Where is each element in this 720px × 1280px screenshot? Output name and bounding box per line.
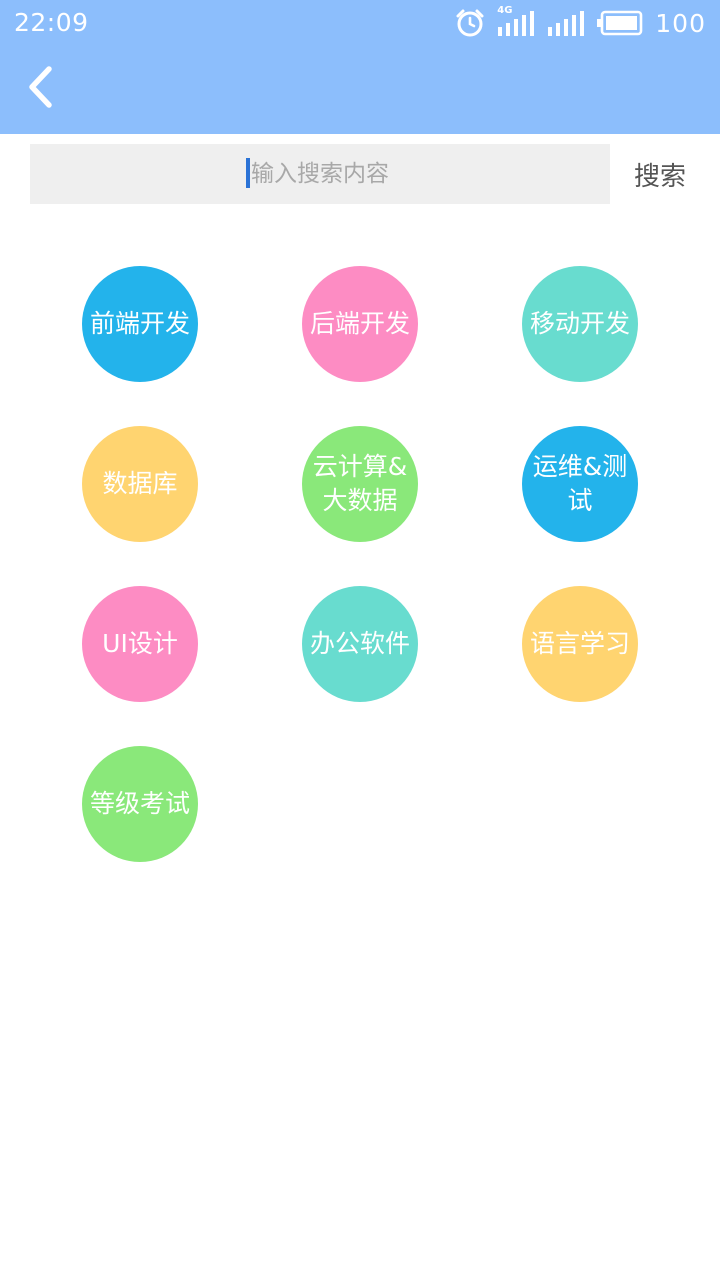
- category-office-software-button[interactable]: 办公软件: [302, 586, 418, 702]
- search-input[interactable]: [30, 144, 610, 204]
- category-grid: 前端开发 后端开发 移动开发 数据库 云计算&大数据 运维&测试 UI设计 办公…: [30, 266, 690, 862]
- category-cloud-bigdata-button[interactable]: 云计算&大数据: [302, 426, 418, 542]
- network-type-label: 4G: [497, 5, 513, 16]
- category-backend-button[interactable]: 后端开发: [302, 266, 418, 382]
- search-button[interactable]: 搜索: [620, 144, 700, 204]
- category-language-button[interactable]: 语言学习: [522, 586, 638, 702]
- app-header: 22:09 4G 100: [0, 0, 720, 134]
- category-ops-testing-button[interactable]: 运维&测试: [522, 426, 638, 542]
- battery-level: 100: [655, 8, 706, 38]
- status-bar: 22:09 4G 100: [0, 0, 720, 48]
- battery-icon: [597, 10, 643, 36]
- back-button[interactable]: [18, 64, 62, 114]
- status-icons: 4G 100: [455, 5, 706, 40]
- category-frontend-button[interactable]: 前端开发: [82, 266, 198, 382]
- status-time: 22:09: [14, 8, 89, 37]
- alarm-icon: [455, 8, 485, 38]
- signal-icon: [547, 8, 585, 38]
- category-database-button[interactable]: 数据库: [82, 426, 198, 542]
- category-ui-design-button[interactable]: UI设计: [82, 586, 198, 702]
- category-exam-button[interactable]: 等级考试: [82, 746, 198, 862]
- category-mobile-button[interactable]: 移动开发: [522, 266, 638, 382]
- chevron-left-icon: [25, 65, 55, 113]
- signal-4g-icon: 4G: [497, 5, 535, 38]
- text-cursor: [246, 158, 250, 188]
